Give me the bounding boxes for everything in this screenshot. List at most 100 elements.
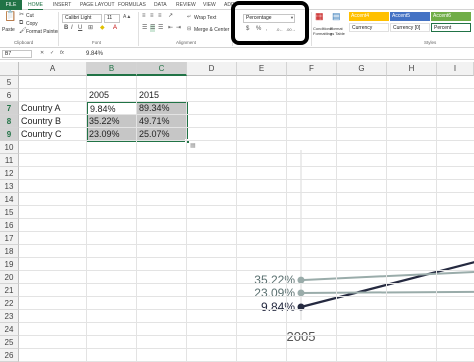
gridline (19, 283, 474, 284)
row-header[interactable]: 19 (0, 258, 19, 271)
column-header[interactable]: F (287, 62, 337, 76)
tab-view[interactable]: VIEW (203, 1, 216, 9)
gridline (236, 76, 237, 361)
row-header[interactable]: 13 (0, 180, 19, 193)
group-divider (138, 12, 139, 46)
align-right-icon[interactable]: ☰ (158, 25, 163, 32)
conditional-formatting-icon[interactable]: ▦ (315, 12, 324, 21)
format-painter-button[interactable]: Format Painter (26, 29, 59, 35)
align-top-icon[interactable]: ≡ (142, 13, 146, 20)
column-header[interactable]: H (387, 62, 437, 76)
group-divider (311, 12, 312, 46)
enter-icon[interactable]: ✓ (50, 50, 54, 57)
gridline (19, 348, 474, 349)
tab-page-layout[interactable]: PAGE LAYOUT (80, 1, 115, 9)
tab-insert[interactable]: INSERT (53, 1, 71, 9)
row-header[interactable]: 7 (0, 102, 19, 115)
slope-chart[interactable]: 9.84%35.22%23.09% 2005 (237, 150, 474, 361)
row-header[interactable]: 18 (0, 245, 19, 258)
row-header[interactable]: 10 (0, 141, 19, 154)
style-accent4[interactable]: Accent4 (349, 12, 389, 21)
worksheet-grid[interactable]: A B C D E F G H I 2005 2015 Country A 9.… (0, 62, 474, 362)
row-header[interactable]: 5 (0, 76, 19, 89)
row-header[interactable]: 16 (0, 219, 19, 232)
insert-function-icon[interactable]: fx (60, 50, 64, 57)
style-accent6[interactable]: Accent6 (431, 12, 471, 21)
gridline (19, 153, 474, 154)
gridline (19, 127, 474, 128)
row-header[interactable]: 9 (0, 128, 19, 141)
align-middle-icon[interactable]: ≡ (150, 13, 154, 20)
cut-icon[interactable]: ✂ (19, 12, 24, 19)
copy-button[interactable]: Copy (26, 21, 38, 27)
column-header[interactable]: A (19, 62, 87, 76)
row-header[interactable]: 25 (0, 336, 19, 349)
row-header[interactable]: 8 (0, 115, 19, 128)
cancel-icon[interactable]: ✕ (40, 50, 44, 57)
gridline (19, 218, 474, 219)
formula-input[interactable]: 9.84% (86, 51, 103, 57)
format-as-table-icon[interactable]: ▤ (332, 12, 341, 21)
fill-color-icon[interactable]: ◆ (100, 25, 105, 32)
tab-review[interactable]: REVIEW (176, 1, 196, 9)
column-header[interactable]: G (337, 62, 387, 76)
bold-icon[interactable]: B (64, 25, 68, 32)
column-header[interactable]: B (87, 62, 137, 76)
font-grow-icon[interactable]: A▲ (123, 14, 131, 21)
align-bottom-icon[interactable]: ≡ (158, 13, 162, 20)
gridline (19, 179, 474, 180)
row-header[interactable]: 23 (0, 310, 19, 323)
decrease-indent-icon[interactable]: ⇤ (168, 25, 173, 32)
row-header[interactable]: 21 (0, 284, 19, 297)
style-percent[interactable]: Percent (431, 23, 471, 32)
column-header[interactable]: E (237, 62, 287, 76)
gridline (19, 114, 474, 115)
cut-button[interactable]: Cut (26, 13, 34, 19)
series-line (300, 261, 474, 309)
conditional-formatting-button[interactable]: Conditional Formatting (313, 26, 333, 36)
wrap-text-icon[interactable]: ↵ (187, 14, 191, 21)
increase-indent-icon[interactable]: ⇥ (176, 25, 181, 32)
italic-icon[interactable]: I (71, 25, 73, 32)
paste-button[interactable]: Paste (2, 27, 15, 33)
selection-border (86, 101, 188, 142)
underline-icon[interactable]: U (78, 25, 82, 32)
row-header[interactable]: 17 (0, 232, 19, 245)
tab-data[interactable]: DATA (154, 1, 167, 9)
row-header[interactable]: 6 (0, 89, 19, 102)
font-size-select[interactable]: 11 (104, 14, 120, 23)
style-currency[interactable]: Currency (349, 23, 389, 32)
select-all-corner[interactable] (0, 62, 19, 76)
row-header[interactable]: 22 (0, 297, 19, 310)
row-header[interactable]: 15 (0, 206, 19, 219)
merge-center-icon[interactable]: ⊟ (187, 26, 191, 33)
copy-icon[interactable]: ⧉ (19, 20, 23, 27)
wrap-text-button[interactable]: Wrap Text (194, 15, 216, 21)
quick-analysis-icon[interactable]: ▦ (190, 143, 196, 150)
paste-icon[interactable]: 📋 (4, 12, 16, 22)
row-header[interactable]: 11 (0, 154, 19, 167)
tab-file[interactable]: FILE (0, 0, 22, 10)
gridline (386, 76, 387, 361)
align-left-icon[interactable]: ☰ (142, 25, 147, 32)
format-as-table-button[interactable]: Format as Table (330, 26, 346, 36)
style-currency-0[interactable]: Currency [0] (390, 23, 430, 32)
align-center-icon[interactable]: ☰ (150, 25, 156, 32)
borders-icon[interactable]: ⊞ (88, 25, 93, 32)
gridline (286, 76, 287, 361)
column-header[interactable]: D (187, 62, 237, 76)
name-box[interactable]: B7 (2, 50, 32, 58)
merge-center-button[interactable]: Merge & Center (194, 27, 229, 33)
font-name-select[interactable]: Calibri Light (62, 14, 102, 23)
row-header[interactable]: 26 (0, 349, 19, 362)
font-color-icon[interactable]: A (113, 25, 117, 32)
tab-formulas[interactable]: FORMULAS (118, 1, 146, 9)
column-header[interactable]: I (437, 62, 474, 76)
column-header[interactable]: C (137, 62, 187, 76)
style-accent5[interactable]: Accent5 (390, 12, 430, 21)
row-header[interactable]: 12 (0, 167, 19, 180)
row-header[interactable]: 14 (0, 193, 19, 206)
row-header[interactable]: 20 (0, 271, 19, 284)
row-header[interactable]: 24 (0, 323, 19, 336)
orientation-icon[interactable]: ↗ (168, 13, 173, 20)
